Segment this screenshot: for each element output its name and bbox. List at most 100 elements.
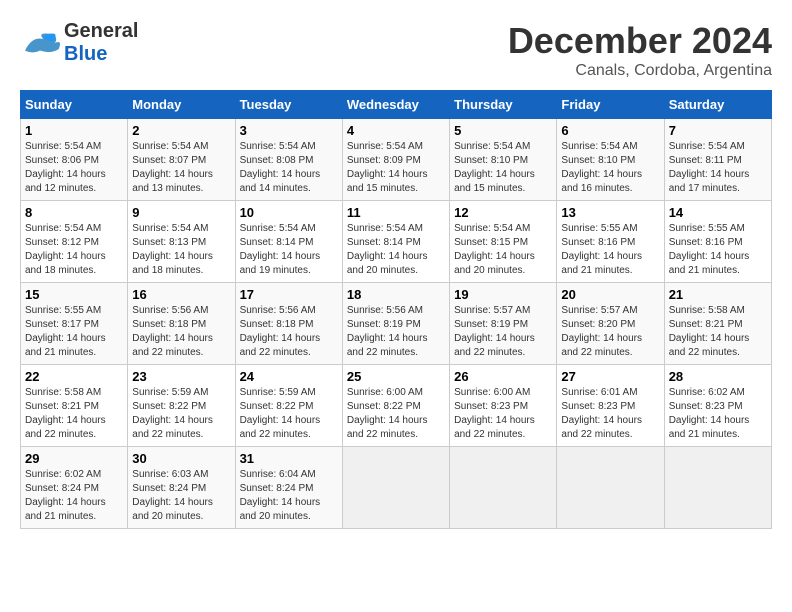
day-info: Sunrise: 5:57 AMSunset: 8:20 PMDaylight:… <box>561 304 659 360</box>
day-info: Sunrise: 6:00 AMSunset: 8:23 PMDaylight:… <box>454 386 552 442</box>
day-number: 1 <box>25 123 123 138</box>
header-cell-thursday: Thursday <box>450 91 557 119</box>
calendar-body: 1 Sunrise: 5:54 AMSunset: 8:06 PMDaylight… <box>21 119 772 529</box>
title-block: December 2024 Canals, Cordoba, Argentina <box>508 20 772 80</box>
day-number: 29 <box>25 451 123 466</box>
day-cell: 25 Sunrise: 6:00 AMSunset: 8:22 PMDayligh… <box>342 365 449 447</box>
day-cell: 8Sunrise: 5:54 AMSunset: 8:12 PMDaylight… <box>21 201 128 283</box>
day-number: 28 <box>669 369 767 384</box>
day-info: Sunrise: 5:56 AMSunset: 8:19 PMDaylight:… <box>347 304 445 360</box>
day-cell: 31Sunrise: 6:04 AMSunset: 8:24 PMDayligh… <box>235 447 342 529</box>
day-cell <box>342 447 449 529</box>
day-info: Sunrise: 5:54 AMSunset: 8:12 PMDaylight:… <box>25 222 123 278</box>
day-info: Sunrise: 6:02 AMSunset: 8:24 PMDaylight:… <box>25 468 123 524</box>
day-info: Sunrise: 5:55 AMSunset: 8:17 PMDaylight:… <box>25 304 123 360</box>
day-info: Sunrise: 5:59 AMSunset: 8:22 PMDaylight:… <box>132 386 230 442</box>
day-number: 2 <box>132 123 230 138</box>
day-cell: 18Sunrise: 5:56 AMSunset: 8:19 PMDayligh… <box>342 283 449 365</box>
day-info: Sunrise: 5:57 AMSunset: 8:19 PMDaylight:… <box>454 304 552 360</box>
logo: General Blue <box>20 20 138 66</box>
day-cell: 3Sunrise: 5:54 AMSunset: 8:08 PMDaylight… <box>235 119 342 201</box>
day-info: Sunrise: 5:58 AMSunset: 8:21 PMDaylight:… <box>25 386 123 442</box>
day-info: Sunrise: 5:54 AMSunset: 8:14 PMDaylight:… <box>347 222 445 278</box>
day-number: 31 <box>240 451 338 466</box>
day-info: Sunrise: 5:54 AMSunset: 8:07 PMDaylight:… <box>132 140 230 196</box>
day-cell: 16Sunrise: 5:56 AMSunset: 8:18 PMDayligh… <box>128 283 235 365</box>
day-info: Sunrise: 5:54 AMSunset: 8:06 PMDaylight:… <box>25 140 123 196</box>
day-cell: 21Sunrise: 5:58 AMSunset: 8:21 PMDayligh… <box>664 283 771 365</box>
calendar-table: SundayMondayTuesdayWednesdayThursdayFrid… <box>20 90 772 529</box>
calendar-header: SundayMondayTuesdayWednesdayThursdayFrid… <box>21 91 772 119</box>
day-cell: 13Sunrise: 5:55 AMSunset: 8:16 PMDayligh… <box>557 201 664 283</box>
day-cell: 14Sunrise: 5:55 AMSunset: 8:16 PMDayligh… <box>664 201 771 283</box>
week-row-1: 1 Sunrise: 5:54 AMSunset: 8:06 PMDaylight… <box>21 119 772 201</box>
day-info: Sunrise: 5:55 AMSunset: 8:16 PMDaylight:… <box>669 222 767 278</box>
day-cell: 28 Sunrise: 6:02 AMSunset: 8:23 PMDayligh… <box>664 365 771 447</box>
day-cell: 10 Sunrise: 5:54 AMSunset: 8:14 PMDayligh… <box>235 201 342 283</box>
day-cell: 1 Sunrise: 5:54 AMSunset: 8:06 PMDaylight… <box>21 119 128 201</box>
day-number: 6 <box>561 123 659 138</box>
week-row-4: 22 Sunrise: 5:58 AMSunset: 8:21 PMDayligh… <box>21 365 772 447</box>
day-info: Sunrise: 5:54 AMSunset: 8:14 PMDaylight:… <box>240 222 338 278</box>
day-cell: 5 Sunrise: 5:54 AMSunset: 8:10 PMDaylight… <box>450 119 557 201</box>
day-cell: 29 Sunrise: 6:02 AMSunset: 8:24 PMDayligh… <box>21 447 128 529</box>
day-info: Sunrise: 5:59 AMSunset: 8:22 PMDaylight:… <box>240 386 338 442</box>
day-cell: 12 Sunrise: 5:54 AMSunset: 8:15 PMDayligh… <box>450 201 557 283</box>
day-cell: 15 Sunrise: 5:55 AMSunset: 8:17 PMDayligh… <box>21 283 128 365</box>
day-number: 21 <box>669 287 767 302</box>
day-cell: 11 Sunrise: 5:54 AMSunset: 8:14 PMDayligh… <box>342 201 449 283</box>
day-cell <box>664 447 771 529</box>
week-row-3: 15 Sunrise: 5:55 AMSunset: 8:17 PMDayligh… <box>21 283 772 365</box>
week-row-2: 8Sunrise: 5:54 AMSunset: 8:12 PMDaylight… <box>21 201 772 283</box>
day-number: 11 <box>347 205 445 220</box>
day-info: Sunrise: 5:54 AMSunset: 8:11 PMDaylight:… <box>669 140 767 196</box>
day-number: 27 <box>561 369 659 384</box>
page-title: December 2024 <box>508 20 772 62</box>
header-row: SundayMondayTuesdayWednesdayThursdayFrid… <box>21 91 772 119</box>
day-cell: 6 Sunrise: 5:54 AMSunset: 8:10 PMDaylight… <box>557 119 664 201</box>
logo-icon <box>20 28 60 58</box>
day-cell: 7 Sunrise: 5:54 AMSunset: 8:11 PMDaylight… <box>664 119 771 201</box>
day-info: Sunrise: 6:01 AMSunset: 8:23 PMDaylight:… <box>561 386 659 442</box>
day-number: 15 <box>25 287 123 302</box>
header-cell-saturday: Saturday <box>664 91 771 119</box>
day-info: Sunrise: 5:56 AMSunset: 8:18 PMDaylight:… <box>240 304 338 360</box>
day-number: 20 <box>561 287 659 302</box>
day-number: 22 <box>25 369 123 384</box>
header-cell-tuesday: Tuesday <box>235 91 342 119</box>
day-info: Sunrise: 5:54 AMSunset: 8:13 PMDaylight:… <box>132 222 230 278</box>
day-number: 5 <box>454 123 552 138</box>
page-header: General Blue December 2024 Canals, Cordo… <box>20 20 772 80</box>
day-number: 7 <box>669 123 767 138</box>
day-cell: 9 Sunrise: 5:54 AMSunset: 8:13 PMDaylight… <box>128 201 235 283</box>
day-number: 10 <box>240 205 338 220</box>
day-cell: 23 Sunrise: 5:59 AMSunset: 8:22 PMDayligh… <box>128 365 235 447</box>
header-cell-wednesday: Wednesday <box>342 91 449 119</box>
header-cell-sunday: Sunday <box>21 91 128 119</box>
day-number: 9 <box>132 205 230 220</box>
day-info: Sunrise: 6:03 AMSunset: 8:24 PMDaylight:… <box>132 468 230 524</box>
day-number: 19 <box>454 287 552 302</box>
day-info: Sunrise: 6:02 AMSunset: 8:23 PMDaylight:… <box>669 386 767 442</box>
day-number: 26 <box>454 369 552 384</box>
day-number: 24 <box>240 369 338 384</box>
day-number: 3 <box>240 123 338 138</box>
day-info: Sunrise: 6:00 AMSunset: 8:22 PMDaylight:… <box>347 386 445 442</box>
day-number: 4 <box>347 123 445 138</box>
day-number: 25 <box>347 369 445 384</box>
day-info: Sunrise: 5:54 AMSunset: 8:10 PMDaylight:… <box>454 140 552 196</box>
day-cell: 24 Sunrise: 5:59 AMSunset: 8:22 PMDayligh… <box>235 365 342 447</box>
day-cell <box>450 447 557 529</box>
day-cell: 19 Sunrise: 5:57 AMSunset: 8:19 PMDayligh… <box>450 283 557 365</box>
week-row-5: 29 Sunrise: 6:02 AMSunset: 8:24 PMDayligh… <box>21 447 772 529</box>
day-cell: 30Sunrise: 6:03 AMSunset: 8:24 PMDayligh… <box>128 447 235 529</box>
day-info: Sunrise: 5:55 AMSunset: 8:16 PMDaylight:… <box>561 222 659 278</box>
day-cell <box>557 447 664 529</box>
day-number: 23 <box>132 369 230 384</box>
day-number: 17 <box>240 287 338 302</box>
header-cell-friday: Friday <box>557 91 664 119</box>
day-info: Sunrise: 5:54 AMSunset: 8:09 PMDaylight:… <box>347 140 445 196</box>
day-info: Sunrise: 5:54 AMSunset: 8:15 PMDaylight:… <box>454 222 552 278</box>
day-info: Sunrise: 5:54 AMSunset: 8:10 PMDaylight:… <box>561 140 659 196</box>
day-number: 12 <box>454 205 552 220</box>
